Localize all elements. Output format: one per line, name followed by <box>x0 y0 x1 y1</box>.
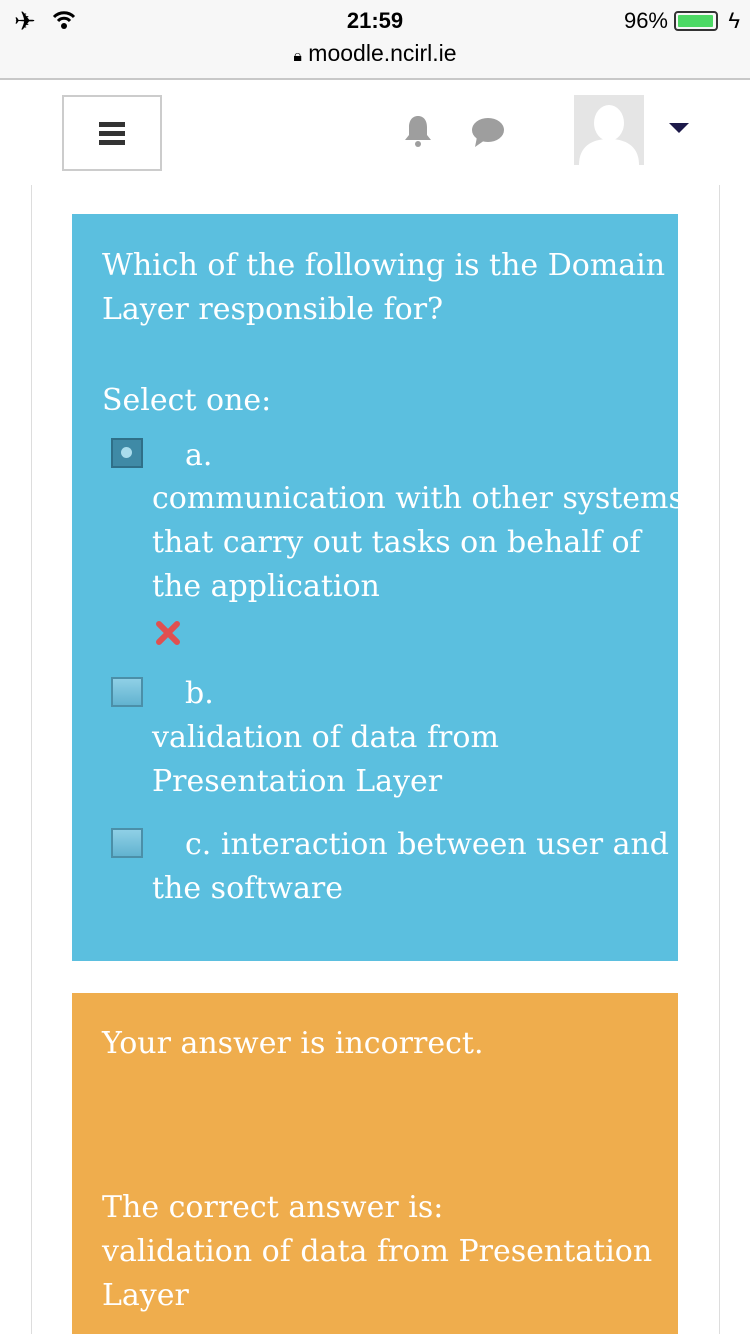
select-prompt: Select one: <box>102 383 272 418</box>
address-bar[interactable]: 🔒︎ moodle.ncirl.ie <box>0 40 750 67</box>
option-a-radio[interactable] <box>111 438 143 468</box>
correct-answer-label: The correct answer is: <box>102 1190 444 1225</box>
option-b-text[interactable]: Presentation Layer <box>152 760 442 804</box>
message-icon[interactable] <box>471 117 505 149</box>
option-a-text[interactable]: communication with other systems <box>152 477 684 521</box>
battery-icon <box>674 11 718 31</box>
option-a-text[interactable]: that carry out tasks on behalf of <box>152 521 641 565</box>
option-a-text[interactable]: the application <box>152 565 380 609</box>
question-text: Layer responsible for? <box>102 292 444 327</box>
question-box: Which of the following is the Domain Lay… <box>72 214 684 961</box>
battery-percent: 96% <box>623 8 668 33</box>
question-text: Which of the following is the Domain <box>102 248 666 283</box>
correct-answer-text: validation of data from Presentation <box>102 1234 653 1269</box>
lock-icon: 🔒︎ <box>293 48 302 65</box>
charging-icon: ϟ <box>728 8 740 33</box>
user-avatar[interactable] <box>574 95 644 165</box>
hamburger-icon <box>99 122 125 145</box>
option-c-text[interactable]: c. interaction between user and <box>185 823 669 867</box>
option-b-text[interactable]: validation of data from <box>152 716 499 760</box>
option-c-text[interactable]: the software <box>152 867 343 911</box>
url-text: moodle.ncirl.ie <box>308 40 457 66</box>
incorrect-icon <box>156 621 180 645</box>
menu-button[interactable] <box>62 95 162 171</box>
feedback-box: Your answer is incorrect. The correct an… <box>72 993 678 1334</box>
option-b-letter: b. <box>185 676 214 711</box>
status-bar: ✈ 21:59 96% ϟ 🔒︎ moodle.ncirl.ie <box>0 0 750 80</box>
option-a-letter: a. <box>185 438 213 473</box>
bell-icon[interactable] <box>403 114 433 148</box>
option-b-radio[interactable] <box>111 677 143 707</box>
result-text: Your answer is incorrect. <box>102 1026 484 1061</box>
option-c-radio[interactable] <box>111 828 143 858</box>
correct-answer-text: Layer <box>102 1278 189 1313</box>
user-icon <box>579 105 639 165</box>
user-menu-caret-icon[interactable] <box>669 123 689 135</box>
